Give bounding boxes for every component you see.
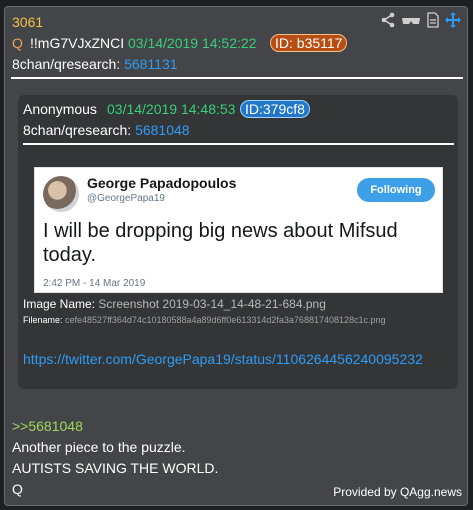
quoted-id-badge[interactable]: ID:379cf8	[240, 100, 310, 118]
reply-reference-link[interactable]: >>5681048	[12, 418, 83, 434]
image-name-label: Image Name:	[23, 297, 96, 311]
image-name-value: Screenshot 2019-03-14_14-48-21-684.png	[98, 297, 326, 311]
post-toolbar	[380, 12, 461, 28]
move-icon[interactable]	[445, 12, 461, 28]
poster-id-badge[interactable]: ID: b35117	[270, 34, 348, 52]
following-button: Following	[357, 178, 435, 202]
q-marker: Q	[12, 35, 23, 51]
quoted-board-name: 8chan/qresearch:	[23, 122, 132, 138]
filename-label: Filename:	[23, 315, 63, 325]
provided-by-credit: Provided by QAgg.news	[333, 485, 462, 499]
quoted-board-line: 8chan/qresearch: 5681048	[23, 122, 190, 138]
tweet-handle: @GeorgePapa19	[87, 193, 165, 204]
glasses-icon[interactable]	[401, 12, 421, 28]
quoted-author: Anonymous	[23, 101, 97, 117]
post-date: 03/14/2019 14:52:22	[128, 35, 257, 51]
post-number[interactable]: 3061	[12, 14, 43, 30]
twitter-link[interactable]: https://twitter.com/GeorgePapa19/status/…	[23, 351, 423, 367]
quoted-board-post-link[interactable]: 5681048	[135, 122, 190, 138]
tweet-screenshot[interactable]: George Papadopoulos @GeorgePapa19 Follow…	[34, 167, 443, 293]
avatar	[43, 176, 79, 212]
quoted-date: 03/14/2019 14:48:53	[107, 101, 236, 117]
post-signature: Q	[12, 481, 23, 497]
share-icon[interactable]	[380, 12, 396, 28]
tweet-timestamp: 2:42 PM - 14 Mar 2019	[43, 278, 146, 289]
post-text-line: Another piece to the puzzle.	[12, 439, 186, 455]
board-post-link[interactable]: 5681131	[124, 56, 177, 72]
quoted-post: Anonymous 03/14/2019 14:48:53 ID:379cf8 …	[18, 95, 458, 389]
filename-value: cefe48527ff364d74c10180588a4a89d6ff0e613…	[65, 315, 386, 325]
document-icon[interactable]	[426, 12, 440, 28]
image-name-line: Image Name: Screenshot 2019-03-14_14-48-…	[23, 297, 326, 311]
board-line: 8chan/qresearch: 5681131	[12, 56, 178, 72]
tripcode: !!mG7VJxZNCI	[30, 35, 125, 51]
post-text-line: AUTISTS SAVING THE WORLD.	[12, 460, 219, 476]
header-divider	[11, 77, 463, 79]
quoted-divider	[23, 143, 454, 145]
post-card: 3061 Q !!mG7VJxZNCI 03/14/2019 14:52:22 …	[4, 6, 468, 506]
board-name: 8chan/qresearch:	[12, 56, 121, 72]
filename-line: Filename: cefe48527ff364d74c10180588a4a8…	[23, 315, 386, 325]
tweet-author-name: George Papadopoulos	[87, 175, 237, 191]
tweet-text: I will be dropping big news about Mifsud…	[43, 220, 398, 266]
